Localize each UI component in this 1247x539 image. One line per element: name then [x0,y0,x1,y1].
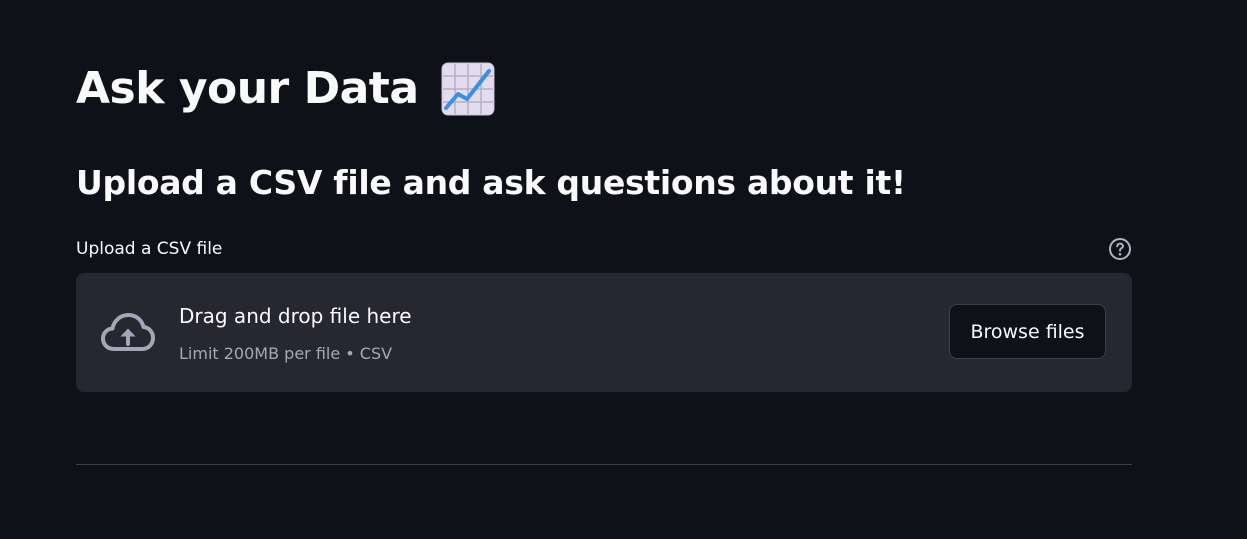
browse-files-button[interactable]: Browse files [949,304,1106,359]
title-row: Ask your Data [76,58,495,120]
dropzone-instructions: Drag and drop file here [179,304,412,328]
cloud-upload-icon [101,313,155,351]
app-page: Ask your Data Upload a CSV file and ask … [0,0,1247,539]
upload-label: Upload a CSV file [76,239,223,259]
divider [76,464,1132,465]
chart-increasing-icon [441,62,495,116]
dropzone-limit: Limit 200MB per file • CSV [179,344,393,363]
help-icon[interactable] [1108,237,1132,261]
page-title: Ask your Data [76,63,419,114]
page-subtitle: Upload a CSV file and ask questions abou… [76,163,906,202]
file-dropzone[interactable]: Drag and drop file here Limit 200MB per … [76,273,1132,392]
